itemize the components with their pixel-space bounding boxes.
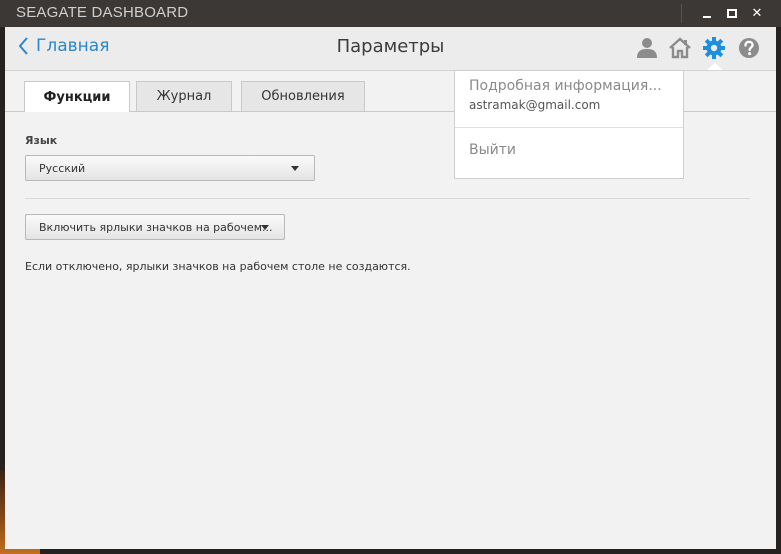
- minimize-icon: [703, 15, 711, 18]
- shortcut-note: Если отключено, ярлыки значков на рабоче…: [25, 260, 411, 273]
- gear-icon[interactable]: [702, 36, 726, 60]
- page-title: Параметры: [336, 36, 445, 57]
- help-icon[interactable]: [737, 36, 761, 60]
- window-title: SEAGATE DASHBOARD: [16, 4, 189, 21]
- logout-link[interactable]: Выйти: [469, 142, 516, 158]
- caret-down-icon: [261, 225, 269, 230]
- close-button[interactable]: ✕: [744, 0, 770, 27]
- home-icon[interactable]: [668, 36, 692, 60]
- dropdown-divider: [455, 127, 683, 128]
- minimize-button[interactable]: [694, 0, 720, 27]
- tab-functions[interactable]: Функции: [24, 81, 130, 112]
- maximize-button[interactable]: [719, 0, 745, 27]
- account-details-link[interactable]: Подробная информация...: [469, 78, 662, 94]
- app-window: SEAGATE DASHBOARD ✕ Главная Параметры Фу…: [0, 0, 781, 554]
- back-label: Главная: [36, 36, 110, 56]
- desktop-shortcut-value: Включить ярлыки значков на рабочем...: [39, 221, 273, 234]
- main-content: Главная Параметры Функции Журнал Обновле…: [5, 27, 776, 549]
- header-bar: Главная Параметры: [5, 27, 776, 71]
- tab-log[interactable]: Журнал: [136, 81, 232, 111]
- tab-updates[interactable]: Обновления: [241, 81, 365, 111]
- section-divider: [25, 198, 750, 199]
- title-bar-separator: [681, 4, 682, 23]
- dropdown-pointer: [707, 63, 723, 70]
- chevron-left-icon: [19, 37, 28, 55]
- close-icon: ✕: [751, 6, 763, 21]
- title-bar[interactable]: SEAGATE DASHBOARD ✕: [0, 0, 781, 27]
- account-dropdown: Подробная информация... astramak@gmail.c…: [454, 70, 684, 179]
- user-icon[interactable]: [635, 36, 659, 60]
- account-email: astramak@gmail.com: [469, 98, 601, 112]
- caret-down-icon: [291, 166, 299, 171]
- desktop-shortcut-select[interactable]: Включить ярлыки значков на рабочем...: [25, 214, 285, 240]
- back-button[interactable]: Главная: [19, 36, 109, 56]
- language-select[interactable]: Русский: [25, 155, 315, 181]
- language-value: Русский: [39, 162, 86, 175]
- maximize-icon: [727, 9, 737, 18]
- language-label: Язык: [25, 134, 58, 147]
